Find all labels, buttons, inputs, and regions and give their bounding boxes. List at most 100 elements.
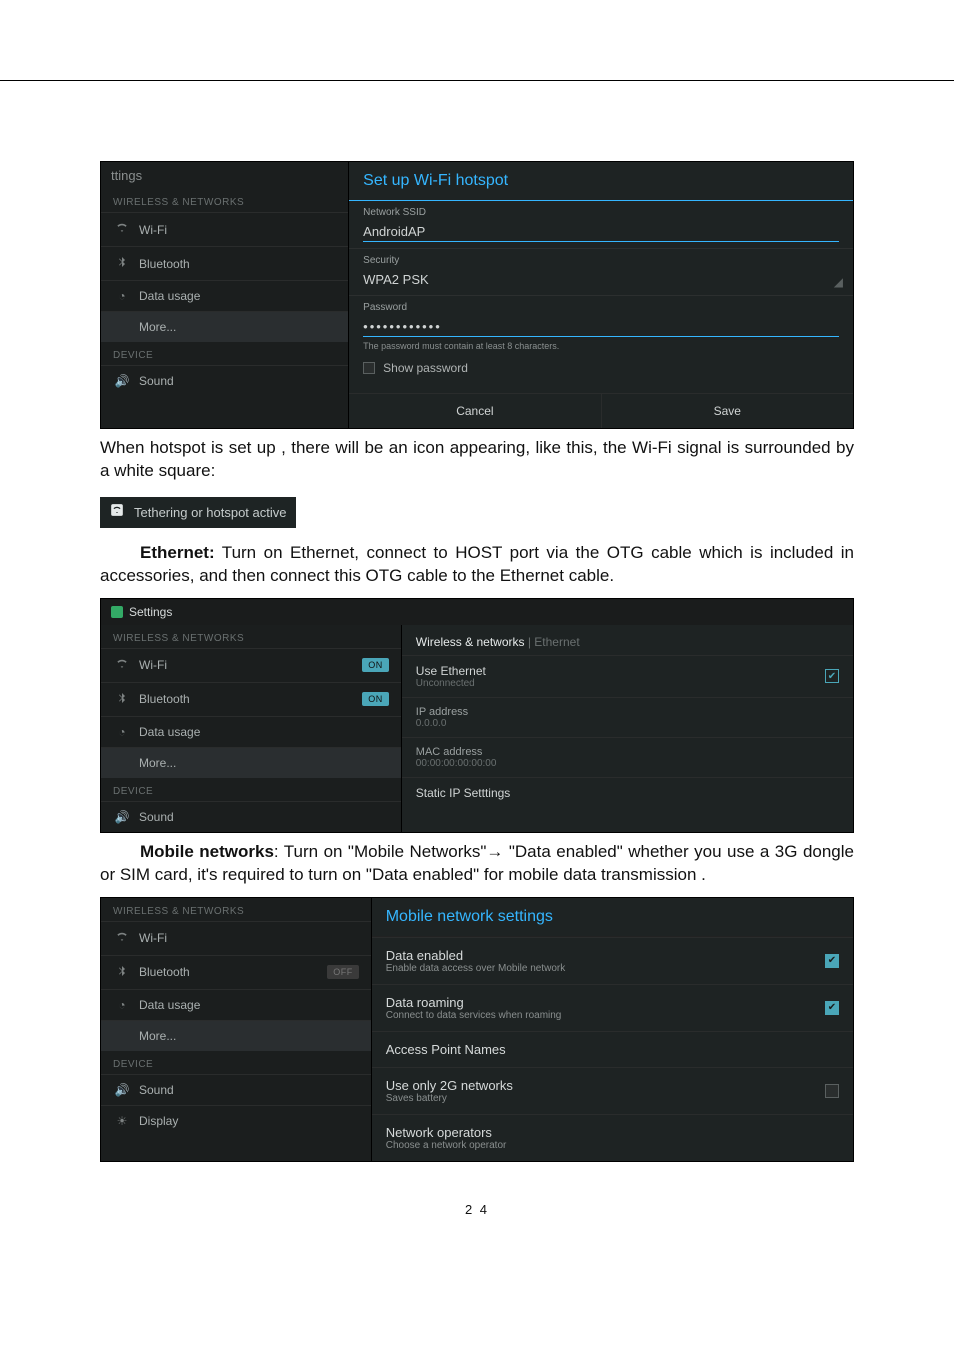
bluetooth-toggle[interactable]: ON: [362, 692, 389, 706]
mobile-networks-screenshot: WIRELESS & NETWORKS Wi-Fi Bluetooth OFF …: [100, 897, 854, 1162]
sidebar-header: ttings: [101, 162, 348, 189]
appbar: Settings: [101, 599, 853, 625]
ssid-value[interactable]: AndroidAP: [363, 222, 839, 242]
network-operators-row[interactable]: Network operators Choose a network opera…: [372, 1114, 853, 1161]
settings-sidebar: WIRELESS & NETWORKS Wi-Fi Bluetooth OFF …: [101, 898, 372, 1161]
wifi-icon: [113, 657, 131, 674]
security-value[interactable]: WPA2 PSK: [363, 270, 839, 289]
data-enabled-sub: Enable data access over Mobile network: [386, 963, 825, 974]
data-roaming-title: Data roaming: [386, 995, 825, 1010]
sidebar-item-more[interactable]: More...: [101, 311, 348, 342]
show-password-checkbox[interactable]: [363, 362, 375, 374]
static-ip-title: Static IP Setttings: [416, 786, 839, 800]
dropdown-arrow-icon: ◢: [834, 275, 843, 289]
sidebar-item-label: Data usage: [139, 998, 359, 1012]
data-roaming-checkbox[interactable]: ✔: [825, 1001, 839, 1015]
sidebar-item-label: Data usage: [139, 289, 336, 303]
sidebar-item-more[interactable]: More...: [101, 1020, 371, 1051]
sidebar-item-label: Bluetooth: [139, 257, 336, 271]
sidebar-item-bluetooth[interactable]: Bluetooth ON: [101, 682, 401, 716]
ip-label: IP address: [416, 706, 839, 718]
crumb-sub: Ethernet: [534, 635, 579, 649]
bluetooth-icon: [113, 691, 131, 708]
breadcrumb: Wireless & networks | Ethernet: [402, 625, 853, 655]
paragraph: When hotspot is set up , there will be a…: [100, 437, 854, 483]
save-button[interactable]: Save: [601, 394, 853, 428]
security-field[interactable]: Security WPA2 PSK ◢: [349, 249, 853, 296]
hotspot-dialog: Set up Wi-Fi hotspot Network SSID Androi…: [349, 162, 853, 428]
sidebar-item-data-usage[interactable]: ◔ Data usage: [101, 716, 401, 747]
password-value[interactable]: ••••••••••••: [363, 317, 839, 337]
wifi-toggle[interactable]: ON: [362, 658, 389, 672]
sidebar-item-wifi[interactable]: Wi-Fi: [101, 921, 371, 955]
apn-title: Access Point Names: [386, 1042, 839, 1057]
show-password-label: Show password: [383, 361, 468, 375]
use-ethernet-checkbox[interactable]: ✔: [825, 669, 839, 683]
data-enabled-checkbox[interactable]: ✔: [825, 954, 839, 968]
wifi-icon: [113, 221, 131, 238]
password-label: Password: [363, 302, 839, 313]
use-ethernet-title: Use Ethernet: [416, 664, 825, 678]
sidebar-item-sound[interactable]: 🔊 Sound: [101, 1074, 371, 1105]
static-ip-row[interactable]: Static IP Setttings: [402, 777, 853, 808]
sidebar-item-label: Sound: [139, 1083, 359, 1097]
section-device: DEVICE: [101, 778, 401, 801]
sidebar-item-data-usage[interactable]: ◔ Data usage: [101, 989, 371, 1020]
ethernet-screenshot: Settings WIRELESS & NETWORKS Wi-Fi ON Bl…: [100, 598, 854, 833]
sidebar-item-label: More...: [139, 756, 389, 770]
sidebar-item-label: More...: [139, 1029, 359, 1043]
show-password-row[interactable]: Show password: [363, 355, 839, 381]
sidebar-item-wifi[interactable]: Wi-Fi: [101, 212, 348, 246]
ip-value: 0.0.0.0: [416, 718, 839, 729]
use-ethernet-row[interactable]: Use Ethernet Unconnected ✔: [402, 655, 853, 697]
mobile-title: Mobile network settings: [372, 898, 853, 937]
appbar-title: Settings: [129, 605, 172, 619]
data-roaming-sub: Connect to data services when roaming: [386, 1010, 825, 1021]
paragraph: Mobile networks: Turn on "Mobile Network…: [100, 841, 854, 887]
data-roaming-row[interactable]: Data roaming Connect to data services wh…: [372, 984, 853, 1031]
settings-sidebar: ttings WIRELESS & NETWORKS Wi-Fi Bluetoo…: [101, 162, 349, 428]
sidebar-item-display[interactable]: ☀ Display: [101, 1105, 371, 1136]
netop-sub: Choose a network operator: [386, 1140, 839, 1151]
section-wireless-networks: WIRELESS & NETWORKS: [101, 898, 371, 921]
sidebar-item-more[interactable]: More...: [101, 747, 401, 778]
sidebar-item-label: Display: [139, 1114, 359, 1128]
use-ethernet-sub: Unconnected: [416, 678, 825, 689]
data-enabled-row[interactable]: Data enabled Enable data access over Mob…: [372, 937, 853, 984]
sidebar-item-label: Sound: [139, 810, 389, 824]
sidebar-item-wifi[interactable]: Wi-Fi ON: [101, 648, 401, 682]
sidebar-item-bluetooth[interactable]: Bluetooth OFF: [101, 955, 371, 989]
mac-label: MAC address: [416, 746, 839, 758]
sound-icon: 🔊: [113, 1083, 131, 1097]
mac-address-row: MAC address 00:00:00:00:00:00: [402, 737, 853, 777]
use-2g-checkbox[interactable]: ✔: [825, 1084, 839, 1098]
mac-value: 00:00:00:00:00:00: [416, 758, 839, 769]
sound-icon: 🔊: [113, 374, 131, 388]
sidebar-item-bluetooth[interactable]: Bluetooth: [101, 246, 348, 280]
sidebar-item-label: Sound: [139, 374, 336, 388]
paragraph: Ethernet: Turn on Ethernet, connect to H…: [100, 542, 854, 588]
sidebar-item-label: Wi-Fi: [139, 223, 336, 237]
bluetooth-toggle[interactable]: OFF: [327, 965, 359, 979]
sidebar-item-sound[interactable]: 🔊 Sound: [101, 365, 348, 396]
hotspot-screenshot: ttings WIRELESS & NETWORKS Wi-Fi Bluetoo…: [100, 161, 854, 429]
sidebar-item-label: Bluetooth: [139, 692, 362, 706]
ssid-field[interactable]: Network SSID AndroidAP: [349, 201, 853, 249]
ip-address-row: IP address 0.0.0.0: [402, 697, 853, 737]
ssid-label: Network SSID: [363, 207, 839, 218]
sidebar-item-data-usage[interactable]: ◔ Data usage: [101, 280, 348, 311]
use-2g-row[interactable]: Use only 2G networks Saves battery ✔: [372, 1067, 853, 1114]
bluetooth-icon: [113, 255, 131, 272]
password-field[interactable]: Password •••••••••••• The password must …: [349, 296, 853, 387]
dialog-buttons: Cancel Save: [349, 393, 853, 428]
use-2g-title: Use only 2G networks: [386, 1078, 825, 1093]
cancel-button[interactable]: Cancel: [349, 394, 600, 428]
sidebar-item-label: More...: [139, 320, 336, 334]
crumb-main: Wireless & networks: [416, 635, 525, 649]
tethering-notification: Tethering or hotspot active: [100, 497, 296, 528]
section-device: DEVICE: [101, 342, 348, 365]
settings-app-icon: [111, 606, 123, 618]
sidebar-item-label: Bluetooth: [139, 965, 327, 979]
apn-row[interactable]: Access Point Names: [372, 1031, 853, 1067]
sidebar-item-sound[interactable]: 🔊 Sound: [101, 801, 401, 832]
